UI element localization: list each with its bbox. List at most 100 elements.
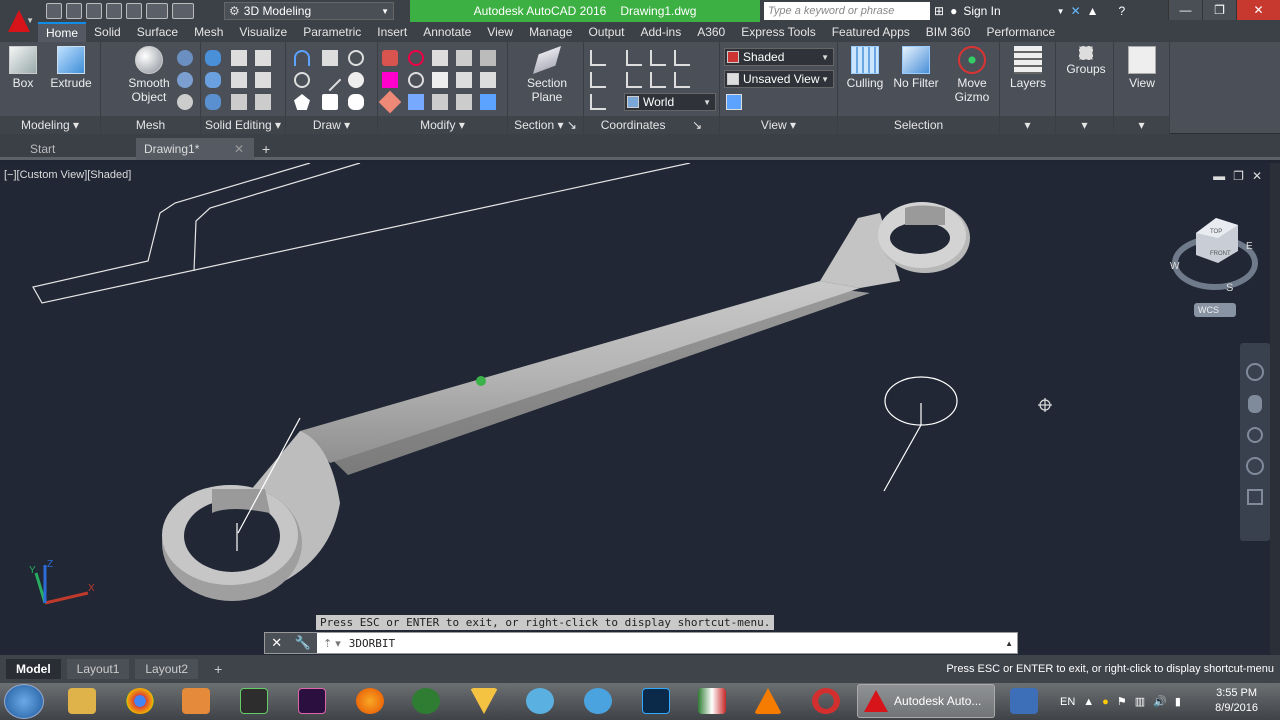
trim-icon[interactable]: [382, 50, 398, 66]
ucs-dropdown[interactable]: World ▼: [624, 93, 716, 111]
draw-panel-label[interactable]: Draw ▾: [286, 116, 377, 134]
ellipse-icon[interactable]: [348, 94, 364, 110]
mesh-smooth-icon[interactable]: [177, 94, 193, 110]
tab-surface[interactable]: Surface: [129, 22, 186, 42]
binoculars-icon[interactable]: ⊞: [934, 4, 944, 18]
ucs-icon[interactable]: [590, 50, 606, 66]
3dpoly-icon[interactable]: [294, 72, 310, 88]
stretch-icon[interactable]: [378, 90, 402, 114]
print-icon[interactable]: [126, 3, 142, 19]
mesh-crease-icon[interactable]: [177, 72, 193, 88]
ucs-3point-icon[interactable]: [674, 50, 690, 66]
model-canvas[interactable]: X Y Z TOP FRONT E W S WCS: [0, 163, 1270, 655]
autodesk-app-icon[interactable]: [526, 688, 554, 714]
solid-editing-panel-label[interactable]: Solid Editing ▾: [201, 116, 285, 134]
opera-icon[interactable]: [812, 688, 840, 714]
save-icon[interactable]: [86, 3, 102, 19]
wrench-icon[interactable]: 🔧: [295, 635, 311, 651]
mesh-panel-label[interactable]: Mesh: [101, 116, 200, 134]
show-hidden-icons-icon[interactable]: ▲: [1083, 696, 1094, 708]
navigation-bar[interactable]: [1240, 343, 1270, 541]
minimize-button[interactable]: —: [1168, 0, 1202, 20]
tab-parametric[interactable]: Parametric: [295, 22, 369, 42]
ucs-zaxis-icon[interactable]: [674, 72, 690, 88]
tab-featured-apps[interactable]: Featured Apps: [824, 22, 918, 42]
arc-icon[interactable]: [348, 50, 364, 66]
tab-annotate[interactable]: Annotate: [415, 22, 479, 42]
redo-icon[interactable]: [172, 3, 194, 19]
new-tab-button[interactable]: +: [258, 138, 280, 160]
intersect-icon[interactable]: [205, 94, 221, 110]
tab-mesh[interactable]: Mesh: [186, 22, 231, 42]
section-panel-label[interactable]: Section ▾ ↘: [508, 116, 583, 134]
explorer-icon[interactable]: [68, 688, 96, 714]
tab-performance[interactable]: Performance: [978, 22, 1063, 42]
tab-express-tools[interactable]: Express Tools: [733, 22, 823, 42]
ucs-y-icon[interactable]: [650, 72, 666, 88]
coordinates-panel-label[interactable]: Coordinates ↘: [584, 116, 719, 134]
flag-app-icon[interactable]: [698, 688, 726, 714]
steering-wheel-icon[interactable]: [1246, 363, 1264, 381]
new-icon[interactable]: [46, 3, 62, 19]
vlc-icon[interactable]: [754, 688, 782, 714]
smooth-object-button[interactable]: Smooth Object: [127, 46, 171, 104]
ucs-origin-icon[interactable]: [626, 50, 642, 66]
command-line[interactable]: ✕ 🔧 ⇡ ▾ 3DORBIT ▲: [264, 632, 1018, 654]
help-icon[interactable]: ?: [1119, 4, 1126, 18]
tray-app-icon[interactable]: ●: [1102, 696, 1109, 708]
orbit-icon[interactable]: [1246, 457, 1264, 475]
view-button[interactable]: View: [1124, 46, 1160, 90]
groups-button[interactable]: Groups: [1064, 46, 1108, 76]
tab-insert[interactable]: Insert: [369, 22, 415, 42]
tab-output[interactable]: Output: [580, 22, 632, 42]
tab-view[interactable]: View: [479, 22, 521, 42]
tab-add-ins[interactable]: Add-ins: [633, 22, 690, 42]
showmotion-icon[interactable]: [1247, 489, 1263, 505]
photoshop-icon[interactable]: [642, 688, 670, 714]
culling-button[interactable]: Culling: [842, 46, 888, 90]
zoom-icon[interactable]: [1247, 427, 1263, 443]
chrome-icon[interactable]: [126, 688, 154, 714]
interfere-icon[interactable]: [255, 50, 271, 66]
circle-icon[interactable]: [348, 72, 364, 88]
taskbar-autocad-button[interactable]: Autodesk Auto...: [857, 684, 995, 718]
start-button[interactable]: [4, 684, 44, 719]
separate-icon[interactable]: [255, 72, 271, 88]
exchange-icon[interactable]: ✕: [1071, 4, 1081, 18]
sign-in-link[interactable]: Sign In: [963, 4, 1000, 18]
open-icon[interactable]: [66, 3, 82, 19]
tab-visualize[interactable]: Visualize: [231, 22, 295, 42]
polygon-icon[interactable]: [294, 94, 310, 110]
chevron-down-icon[interactable]: ▼: [1057, 7, 1065, 16]
premiere-icon[interactable]: [298, 688, 326, 714]
no-filter-button[interactable]: No Filter: [890, 46, 942, 90]
array-icon[interactable]: [480, 72, 496, 88]
vertical-scrollbar[interactable]: [1270, 163, 1280, 655]
close-icon[interactable]: ✕: [271, 635, 282, 651]
offset-edge-icon[interactable]: [231, 94, 247, 110]
firefox-icon[interactable]: [356, 688, 384, 714]
move-gizmo-button[interactable]: Move Gizmo: [948, 46, 996, 104]
shell-icon[interactable]: [255, 94, 271, 110]
copy-icon[interactable]: [432, 72, 448, 88]
language-indicator[interactable]: EN: [1060, 696, 1075, 708]
visual-style-dropdown[interactable]: Shaded ▼: [724, 48, 834, 66]
volume-icon[interactable]: 🔊: [1153, 695, 1167, 708]
add-layout-button[interactable]: +: [204, 659, 232, 679]
box-button[interactable]: Box: [6, 46, 40, 90]
rectangle-icon[interactable]: [322, 94, 338, 110]
spline-icon[interactable]: [322, 50, 338, 66]
slice-icon[interactable]: [231, 50, 247, 66]
tab-layout2[interactable]: Layout2: [135, 659, 199, 679]
tab-drawing1[interactable]: Drawing1* ✕: [136, 138, 254, 160]
fillet-icon[interactable]: [480, 50, 496, 66]
move-icon[interactable]: [432, 50, 448, 66]
subtract-icon[interactable]: [205, 72, 221, 88]
command-input[interactable]: 3DORBIT: [341, 637, 395, 650]
rotate-icon[interactable]: [408, 72, 424, 88]
view-panel-label[interactable]: View ▾: [720, 116, 837, 134]
media-player-icon[interactable]: [182, 688, 210, 714]
save-as-icon[interactable]: [106, 3, 122, 19]
network-icon[interactable]: ▥: [1135, 695, 1145, 708]
tab-start[interactable]: Start: [0, 138, 136, 160]
